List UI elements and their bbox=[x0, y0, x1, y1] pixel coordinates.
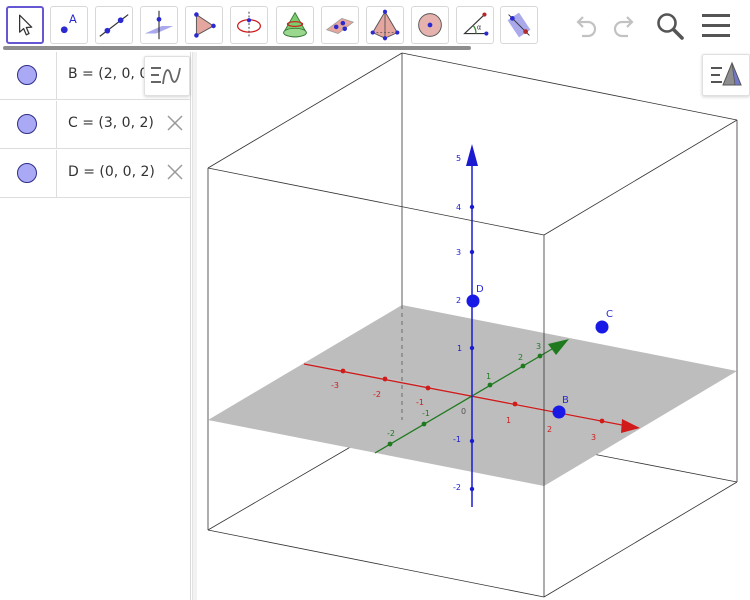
search-icon bbox=[657, 13, 684, 40]
circle-axis-icon bbox=[237, 11, 261, 39]
polygon-tool[interactable] bbox=[185, 6, 223, 44]
pyramid-tool[interactable] bbox=[366, 6, 404, 44]
algebra-style-icon bbox=[151, 67, 181, 85]
main-menu-button[interactable] bbox=[698, 8, 734, 44]
line-tool[interactable] bbox=[95, 6, 133, 44]
origin-label: 0 bbox=[461, 407, 466, 416]
algebra-view: B = (2, 0, 0) C = (3, 0, 2) D = (0, 0, 2… bbox=[0, 52, 191, 600]
x-tick-label: 3 bbox=[591, 433, 596, 442]
search-button[interactable] bbox=[652, 8, 688, 44]
visibility-marble-icon bbox=[17, 114, 37, 134]
visibility-toggle[interactable] bbox=[0, 101, 57, 148]
reflect-plane-icon bbox=[507, 12, 531, 38]
z-tick-label: -1 bbox=[453, 435, 461, 444]
point-d[interactable]: D bbox=[466, 284, 485, 308]
visibility-marble-icon bbox=[17, 65, 37, 85]
menu-icon bbox=[702, 14, 730, 37]
circle-axis-point-tool[interactable] bbox=[230, 6, 268, 44]
algebra-style-bar-button[interactable] bbox=[144, 56, 190, 96]
visibility-toggle[interactable] bbox=[0, 150, 57, 197]
undo-icon bbox=[576, 16, 597, 38]
point-icon: A bbox=[60, 12, 77, 34]
sphere-icon bbox=[418, 13, 442, 37]
point-tool[interactable]: A bbox=[50, 6, 88, 44]
point-tool-label: A bbox=[69, 12, 77, 26]
graphics-3d-style-icon bbox=[711, 61, 742, 86]
toolbar: A α bbox=[0, 0, 750, 52]
delete-icon[interactable] bbox=[165, 162, 185, 182]
plane-points-icon bbox=[325, 17, 355, 34]
cone-tool[interactable] bbox=[276, 6, 314, 44]
visibility-toggle[interactable] bbox=[0, 52, 57, 99]
point-c[interactable]: C bbox=[595, 309, 614, 334]
cone-icon bbox=[283, 11, 307, 38]
algebra-definition-c[interactable]: C = (3, 0, 2) bbox=[68, 115, 154, 131]
y-tick-label: 3 bbox=[536, 342, 541, 351]
z-tick-label: -2 bbox=[453, 483, 461, 492]
algebra-definition-d[interactable]: D = (0, 0, 2) bbox=[68, 164, 155, 180]
point-label-d: D bbox=[476, 284, 484, 295]
algebra-row-c[interactable]: C = (3, 0, 2) bbox=[0, 101, 190, 149]
sphere-tool[interactable] bbox=[411, 6, 449, 44]
y-tick-label: 2 bbox=[518, 353, 523, 362]
graphics-3d-view[interactable]: 5 4 3 2 1 -1 -2 -3 -2 -1 1 2 3 -2 -1 1 2… bbox=[197, 52, 750, 600]
move-tool[interactable] bbox=[6, 6, 44, 44]
undo-button[interactable] bbox=[568, 8, 604, 44]
y-tick-label: -2 bbox=[387, 429, 395, 438]
angle-tool[interactable]: α bbox=[456, 6, 494, 44]
svg-text:α: α bbox=[477, 24, 482, 32]
z-tick-label: 5 bbox=[456, 154, 461, 163]
point-label-c: C bbox=[606, 309, 613, 320]
algebra-row-d[interactable]: D = (0, 0, 2) bbox=[0, 150, 190, 198]
y-tick-label: -1 bbox=[422, 409, 430, 418]
y-tick-label: 1 bbox=[486, 372, 491, 381]
graphics-3d-canvas: 5 4 3 2 1 -1 -2 -3 -2 -1 1 2 3 -2 -1 1 2… bbox=[207, 52, 738, 598]
graphics-style-bar-button[interactable] bbox=[702, 54, 750, 96]
algebra-definition-b[interactable]: B = (2, 0, 0) bbox=[68, 66, 154, 82]
z-tick-label: 3 bbox=[456, 248, 461, 257]
delete-icon[interactable] bbox=[165, 113, 185, 133]
line-icon bbox=[99, 14, 129, 37]
x-tick-label: 1 bbox=[506, 416, 511, 425]
x-tick-label: 2 bbox=[547, 425, 552, 434]
redo-button[interactable] bbox=[606, 8, 642, 44]
angle-icon: α bbox=[463, 12, 489, 36]
arrow-cursor-icon bbox=[19, 14, 33, 36]
perpendicular-line-icon bbox=[144, 10, 174, 40]
triangle-icon bbox=[194, 12, 216, 38]
z-tick-label: 4 bbox=[456, 203, 461, 212]
redo-icon bbox=[613, 16, 634, 38]
pyramid-icon bbox=[370, 9, 400, 41]
visibility-marble-icon bbox=[17, 163, 37, 183]
x-tick-label: -1 bbox=[416, 398, 424, 407]
z-tick-label: 1 bbox=[457, 344, 462, 353]
x-tick-label: -3 bbox=[331, 381, 339, 390]
toolbar-scrollbar[interactable] bbox=[3, 46, 471, 50]
plane-through-points-tool[interactable] bbox=[321, 6, 359, 44]
z-tick-label: 2 bbox=[456, 296, 461, 305]
reflect-about-plane-tool[interactable] bbox=[500, 6, 538, 44]
perpendicular-line-tool[interactable] bbox=[140, 6, 178, 44]
point-label-b: B bbox=[562, 395, 569, 406]
x-tick-label: -2 bbox=[373, 390, 381, 399]
